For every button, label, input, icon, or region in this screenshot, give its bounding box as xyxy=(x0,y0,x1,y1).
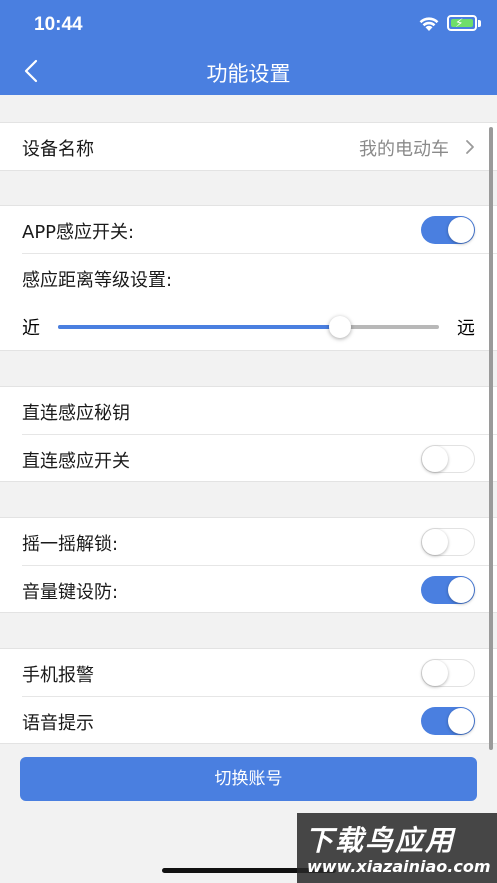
scrollbar[interactable] xyxy=(489,127,493,750)
app-sensing-label: APP感应开关: xyxy=(22,222,135,243)
device-section: 设备名称 我的电动车 xyxy=(0,122,497,171)
slider-thumb[interactable] xyxy=(328,316,351,338)
toggle-knob xyxy=(448,708,474,734)
direct-sensing-section: 直连感应秘钥 直连感应开关 xyxy=(0,386,497,482)
toggle-knob xyxy=(422,529,448,555)
distance-level-label: 感应距离等级设置: xyxy=(22,270,173,291)
shake-unlock-row: 摇一摇解锁: xyxy=(0,518,497,566)
distance-slider-row: 近 远 xyxy=(0,302,497,350)
phone-alarm-row: 手机报警 xyxy=(0,649,497,697)
wifi-icon xyxy=(419,17,439,31)
device-name-value: 我的电动车 xyxy=(359,139,449,160)
toggle-knob xyxy=(422,660,448,686)
voice-prompt-row: 语音提示 xyxy=(0,697,497,745)
toggle-knob xyxy=(448,217,474,243)
slider-near-label: 近 xyxy=(22,318,40,339)
page-title: 功能设置 xyxy=(206,62,291,86)
phone-alarm-toggle[interactable] xyxy=(421,659,475,687)
volume-arm-toggle[interactable] xyxy=(421,576,475,604)
status-bar: 10:44 ⚡ xyxy=(0,0,497,50)
direct-switch-label: 直连感应开关 xyxy=(22,451,130,472)
voice-prompt-toggle[interactable] xyxy=(421,707,475,735)
nav-bar: 功能设置 xyxy=(0,50,497,95)
direct-switch-row: 直连感应开关 xyxy=(0,435,497,483)
watermark: 下载鸟应用 www.xiazainiao.com xyxy=(297,813,497,883)
volume-arm-label: 音量键设防: xyxy=(22,582,119,603)
watermark-title: 下载鸟应用 xyxy=(305,824,456,857)
direct-sensing-toggle[interactable] xyxy=(421,445,475,473)
shake-unlock-label: 摇一摇解锁: xyxy=(22,534,119,555)
watermark-url: www.xiazainiao.com xyxy=(307,857,491,876)
direct-key-row[interactable]: 直连感应秘钥 xyxy=(0,387,497,435)
battery-cap xyxy=(478,20,481,27)
header: 10:44 ⚡ 功能设置 xyxy=(0,0,497,95)
app-sensing-row: APP感应开关: xyxy=(0,206,497,254)
charging-bolt-icon: ⚡ xyxy=(455,16,464,30)
phone-alarm-label: 手机报警 xyxy=(22,665,94,686)
toggle-knob xyxy=(448,577,474,603)
chevron-right-icon xyxy=(466,140,474,154)
volume-arm-row: 音量键设防: xyxy=(0,566,497,614)
shake-unlock-toggle[interactable] xyxy=(421,528,475,556)
direct-key-label: 直连感应秘钥 xyxy=(22,403,130,424)
distance-slider[interactable] xyxy=(58,316,439,338)
voice-prompt-label: 语音提示 xyxy=(22,713,94,734)
lock-section: 摇一摇解锁: 音量键设防: xyxy=(0,517,497,613)
battery-icon: ⚡ xyxy=(447,15,477,31)
switch-account-button[interactable]: 切换账号 xyxy=(20,757,477,801)
toggle-knob xyxy=(422,446,448,472)
sensing-section: APP感应开关: 感应距离等级设置: 近 远 xyxy=(0,205,497,351)
slider-far-label: 远 xyxy=(457,318,475,339)
app-sensing-toggle[interactable] xyxy=(421,216,475,244)
status-time: 10:44 xyxy=(34,14,83,35)
device-name-row[interactable]: 设备名称 我的电动车 xyxy=(0,123,497,171)
slider-fill xyxy=(58,325,340,329)
alerts-section: 手机报警 语音提示 xyxy=(0,648,497,744)
distance-level-row: 感应距离等级设置: xyxy=(0,254,497,302)
device-name-label: 设备名称 xyxy=(22,139,94,160)
